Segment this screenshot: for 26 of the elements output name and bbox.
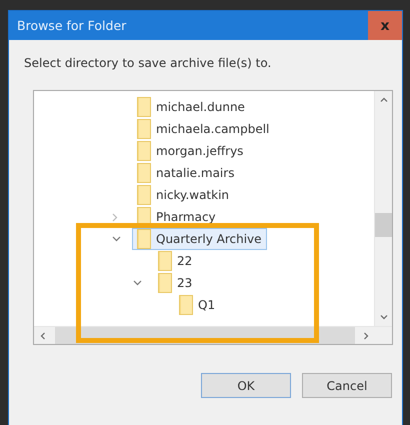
window-title: Browse for Folder [16,18,126,33]
dialog-button[interactable]: Cancel [302,373,392,398]
folder-item[interactable]: michael.dunne [132,96,250,118]
folder-item[interactable]: 22 [153,250,198,272]
folder-item[interactable]: morgan.jeffrys [132,140,248,162]
folder-item[interactable]: michaela.campbell [132,118,274,140]
close-button[interactable]: x [368,11,402,40]
folder-icon [137,119,151,139]
folder-icon [137,163,151,183]
folder-icon [137,97,151,117]
folder-item[interactable]: Pharmacy [132,206,221,228]
folder-item[interactable]: nicky.watkin [132,184,234,206]
dialog-button[interactable]: OK [201,373,291,398]
folder-icon [158,251,172,271]
folder-icon [158,273,172,293]
folder-icon [137,185,151,205]
folder-icon [179,295,193,315]
vertical-scrollbar[interactable] [374,91,392,326]
folder-item[interactable]: 23 [153,272,198,294]
folder-item[interactable]: Quarterly Archive [132,228,267,250]
folder-item[interactable]: natalie.mairs [132,162,240,184]
folder-icon [137,141,151,161]
folder-item[interactable]: Q1 [174,294,220,316]
folder-icon [137,229,151,249]
scroll-thumb[interactable] [375,213,392,237]
instruction-text: Select directory to save archive file(s) to. [23,56,272,70]
